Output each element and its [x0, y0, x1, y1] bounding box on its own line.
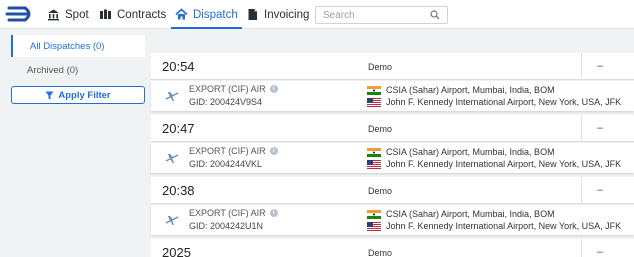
- logo-icon[interactable]: [5, 4, 35, 24]
- dispatch-status: –: [597, 60, 604, 72]
- dispatch-status: –: [597, 246, 604, 257]
- top-nav: Spot Contracts Dispatch Invoicing: [0, 0, 634, 29]
- divider: [581, 53, 582, 80]
- origin: CSIA (Sahar) Airport, Mumbai, India, BOM: [367, 209, 555, 219]
- dispatch-body: EXPORT (CIF) AIR i GID: 200424V9S4 CSIA …: [151, 81, 634, 111]
- india-flag-icon: [367, 85, 381, 95]
- dispatch-time: 20:54: [162, 59, 195, 74]
- sidebar-item-all-dispatches[interactable]: All Dispatches (0): [11, 35, 145, 57]
- info-icon[interactable]: i: [269, 85, 278, 93]
- dispatch-header: 20:47 Demo –: [151, 115, 634, 142]
- document-icon: [248, 9, 257, 20]
- dispatch-body: EXPORT (CIF) AIR i GID: 2004244VKL CSIA …: [151, 143, 634, 173]
- nav-contracts[interactable]: Contracts: [99, 0, 166, 29]
- apply-filter-button[interactable]: Apply Filter: [11, 86, 145, 104]
- dispatch-status: –: [597, 184, 604, 196]
- air-shipment-icon: [165, 92, 179, 101]
- nav-invoicing[interactable]: Invoicing: [246, 0, 309, 29]
- dispatch-mode: Demo: [368, 186, 393, 196]
- dispatch-time: 20:38: [162, 183, 195, 198]
- dispatch-time: 20:47: [162, 121, 195, 136]
- bank-icon: [48, 9, 59, 21]
- dispatch-gid: GID: 200424V9S4: [189, 97, 263, 107]
- dispatch-header: 2025 Demo –: [151, 239, 634, 257]
- dispatch-status: –: [597, 122, 604, 134]
- usa-flag-icon: [367, 221, 381, 231]
- sidebar: All Dispatches (0) Archived (0) Apply Fi…: [0, 30, 150, 257]
- air-shipment-icon: [165, 216, 179, 225]
- dispatch-mode: Demo: [368, 62, 393, 72]
- columns-icon: [100, 9, 111, 19]
- shipment-type-label: EXPORT (CIF) AIR: [189, 84, 266, 94]
- nav-spot[interactable]: Spot: [47, 0, 89, 29]
- sidebar-item-archived[interactable]: Archived (0): [11, 59, 145, 81]
- origin: CSIA (Sahar) Airport, Mumbai, India, BOM: [367, 85, 555, 95]
- divider: [581, 115, 582, 142]
- divider: [581, 177, 582, 204]
- destination-label: John F. Kennedy International Airport, N…: [386, 221, 622, 231]
- nav-contracts-label: Contracts: [117, 8, 167, 21]
- india-flag-icon: [367, 147, 381, 157]
- usa-flag-icon: [367, 159, 381, 169]
- info-icon[interactable]: i: [269, 209, 278, 217]
- apply-filter-label: Apply Filter: [58, 89, 111, 101]
- india-flag-icon: [367, 209, 381, 219]
- destination: John F. Kennedy International Airport, N…: [367, 221, 621, 231]
- home-icon: [175, 8, 188, 20]
- nav-invoicing-label: Invoicing: [264, 8, 310, 21]
- nav-spot-label: Spot: [65, 8, 89, 21]
- search-input[interactable]: [315, 6, 448, 24]
- dispatch-gid: GID: 2004242U1N: [189, 221, 264, 231]
- dispatch-mode: Demo: [368, 124, 393, 134]
- destination-label: John F. Kennedy International Airport, N…: [386, 97, 622, 107]
- destination-label: John F. Kennedy International Airport, N…: [386, 159, 622, 169]
- origin-label: CSIA (Sahar) Airport, Mumbai, India, BOM: [386, 85, 555, 95]
- dispatch-mode: Demo: [368, 248, 393, 257]
- dispatch-header: 20:54 Demo –: [151, 53, 634, 80]
- origin-label: CSIA (Sahar) Airport, Mumbai, India, BOM: [386, 147, 555, 157]
- nav-dispatch-label: Dispatch: [193, 8, 238, 21]
- nav-dispatch[interactable]: Dispatch: [171, 0, 242, 29]
- shipment-type: EXPORT (CIF) AIR i: [189, 146, 278, 156]
- destination: John F. Kennedy International Airport, N…: [367, 97, 621, 107]
- usa-flag-icon: [367, 97, 381, 107]
- dispatch-body: EXPORT (CIF) AIR i GID: 2004242U1N CSIA …: [151, 205, 634, 235]
- shipment-type: EXPORT (CIF) AIR i: [189, 208, 278, 218]
- destination: John F. Kennedy International Airport, N…: [367, 159, 621, 169]
- filter-icon: [45, 91, 54, 99]
- dispatch-time: 2025: [162, 245, 191, 257]
- air-shipment-icon: [165, 154, 179, 163]
- search-icon[interactable]: [430, 10, 440, 20]
- divider: [581, 239, 582, 257]
- dispatch-gid: GID: 2004244VKL: [189, 159, 263, 169]
- shipment-type-label: EXPORT (CIF) AIR: [189, 146, 266, 156]
- origin-label: CSIA (Sahar) Airport, Mumbai, India, BOM: [386, 209, 555, 219]
- shipment-type: EXPORT (CIF) AIR i: [189, 84, 278, 94]
- dispatch-header: 20:38 Demo –: [151, 177, 634, 204]
- info-icon[interactable]: i: [269, 147, 278, 155]
- shipment-type-label: EXPORT (CIF) AIR: [189, 208, 266, 218]
- origin: CSIA (Sahar) Airport, Mumbai, India, BOM: [367, 147, 555, 157]
